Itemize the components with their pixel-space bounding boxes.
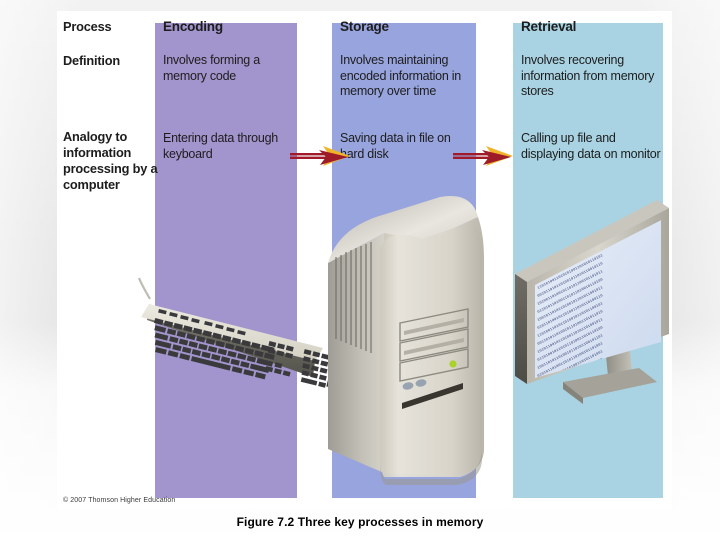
column-band-encoding — [155, 23, 297, 498]
row-label-analogy: Analogy to information processing by a c… — [63, 129, 158, 192]
column-definition-retrieval: Involves recovering information from mem… — [521, 53, 655, 98]
column-analogy-retrieval: Calling up file and displaying data on m… — [521, 131, 661, 161]
column-definition-encoding: Involves forming a memory code — [163, 53, 260, 83]
row-label-definition: Definition — [63, 53, 120, 68]
arrow-encoding-to-storage-icon — [290, 146, 350, 166]
column-analogy-encoding: Entering data through keyboard — [163, 131, 278, 161]
row-label-process: Process — [63, 19, 112, 34]
figure-panel: Process Definition Analogy to informatio… — [57, 11, 672, 509]
copyright-notice: © 2007 Thomson Higher Education — [63, 497, 176, 504]
column-definition-storage: Involves maintaining encoded information… — [340, 53, 461, 98]
column-header-storage: Storage — [340, 19, 389, 34]
column-header-encoding: Encoding — [163, 19, 223, 34]
computer-tower-illustration — [328, 195, 484, 485]
column-analogy-storage: Saving data in file on hard disk — [340, 131, 451, 161]
presentation-slide: Process Definition Analogy to informatio… — [0, 0, 720, 540]
figure-caption: Figure 7.2 Three key processes in memory — [236, 515, 484, 529]
arrow-storage-to-retrieval-icon — [453, 146, 513, 166]
column-header-retrieval: Retrieval — [521, 19, 577, 34]
monitor-illustration: 1101010011010101001101010110101 00101101… — [515, 200, 669, 404]
